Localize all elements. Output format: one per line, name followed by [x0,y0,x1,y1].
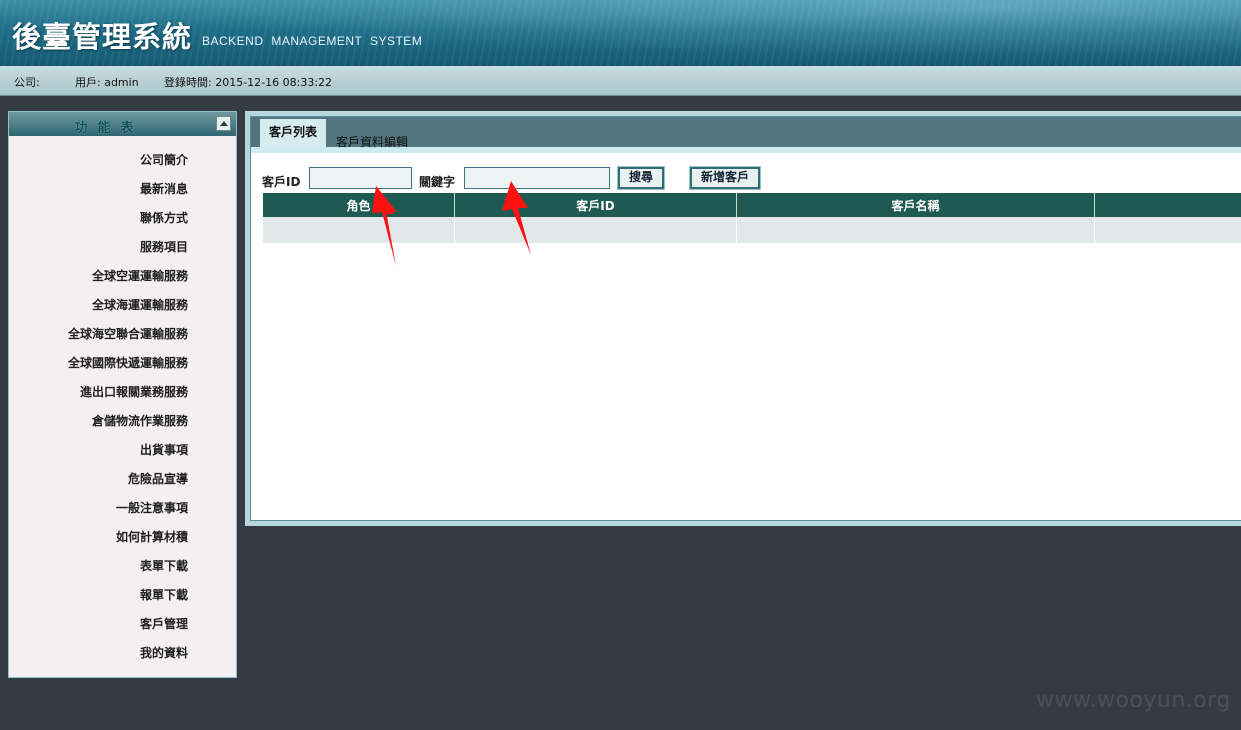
menu-item-express[interactable]: 全球國際快遞運輸服務 [9,349,236,378]
tab-customer-list[interactable]: 客戶列表 [260,119,327,147]
menu-item-dangerous-goods[interactable]: 危險品宣導 [9,465,236,494]
table-cell [1094,217,1241,243]
tab-customer-edit[interactable]: 客戶資料編輯 [336,133,408,150]
menu-item-form-download[interactable]: 表單下載 [9,552,236,581]
customer-id-label: 客戶ID [262,175,301,189]
table-row [263,217,1241,243]
tab-bar: 客戶列表 客戶資料編輯 [251,117,1241,153]
search-button[interactable]: 搜尋 [617,166,665,190]
menu-item-contact[interactable]: 聯係方式 [9,204,236,233]
app-header: 後臺管理系統 BACKEND MANAGEMENT SYSTEM [0,0,1241,66]
keyword-label: 關鍵字 [419,175,456,189]
menu-item-services[interactable]: 服務項目 [9,233,236,262]
user-label: 用戶: admin [75,76,139,89]
menu-item-shipping-notes[interactable]: 出貨事項 [9,436,236,465]
main-content-panel: 客戶列表 客戶資料編輯 客戶ID 關鍵字 搜尋 新增客戶 角色 客戶ID 客戶名… [245,111,1241,526]
menu-item-warehousing[interactable]: 倉儲物流作業服務 [9,407,236,436]
login-time-label: 登錄時間: 2015-12-16 08:33:22 [164,76,333,89]
column-header-extra [1094,193,1241,217]
function-menu-panel: 功能表 公司簡介 最新消息 聯係方式 服務項目 全球空運運輸服務 全球海運運輸服… [8,111,237,678]
session-info-bar: 公司: 用戶: admin 登錄時間: 2015-12-16 08:33:22 [0,66,1241,96]
system-title-english: BACKEND MANAGEMENT SYSTEM [202,34,423,48]
table-cell [263,217,455,243]
add-customer-button[interactable]: 新增客戶 [689,166,761,190]
menu-item-company-intro[interactable]: 公司簡介 [9,146,236,175]
customer-table: 角色 客戶ID 客戶名稱 [263,193,1241,243]
customer-id-input[interactable] [309,167,412,189]
keyword-input[interactable] [464,167,610,189]
menu-item-volume-calc[interactable]: 如何計算材積 [9,523,236,552]
column-header-role[interactable]: 角色 [263,193,455,217]
menu-item-customer-management[interactable]: 客戶管理 [9,610,236,639]
function-menu-list: 公司簡介 最新消息 聯係方式 服務項目 全球空運運輸服務 全球海運運輸服務 全球… [9,146,236,668]
table-cell [736,217,1095,243]
menu-item-general-notes[interactable]: 一般注意事項 [9,494,236,523]
search-form: 客戶ID 關鍵字 搜尋 新增客戶 [262,166,822,191]
column-header-customer-name[interactable]: 客戶名稱 [736,193,1095,217]
table-header-row: 角色 客戶ID 客戶名稱 [263,193,1241,217]
table-cell [454,217,737,243]
menu-item-declaration-download[interactable]: 報單下載 [9,581,236,610]
function-menu-title: 功能表 [74,121,144,136]
menu-item-latest-news[interactable]: 最新消息 [9,175,236,204]
company-label: 公司: [14,76,40,89]
menu-item-my-profile[interactable]: 我的資料 [9,639,236,668]
menu-item-air-freight[interactable]: 全球空運運輸服務 [9,262,236,291]
menu-item-customs[interactable]: 進出口報關業務服務 [9,378,236,407]
function-menu-header: 功能表 [9,112,236,136]
column-header-customer-id[interactable]: 客戶ID [454,193,737,217]
main-content-inner: 客戶列表 客戶資料編輯 客戶ID 關鍵字 搜尋 新增客戶 角色 客戶ID 客戶名… [250,116,1241,521]
menu-item-sea-air-freight[interactable]: 全球海空聯合運輸服務 [9,320,236,349]
collapse-menu-icon[interactable] [216,116,231,131]
watermark: www.wooyun.org [1036,688,1231,713]
system-title-chinese: 後臺管理系統 [12,20,193,54]
menu-item-sea-freight[interactable]: 全球海運運輸服務 [9,291,236,320]
